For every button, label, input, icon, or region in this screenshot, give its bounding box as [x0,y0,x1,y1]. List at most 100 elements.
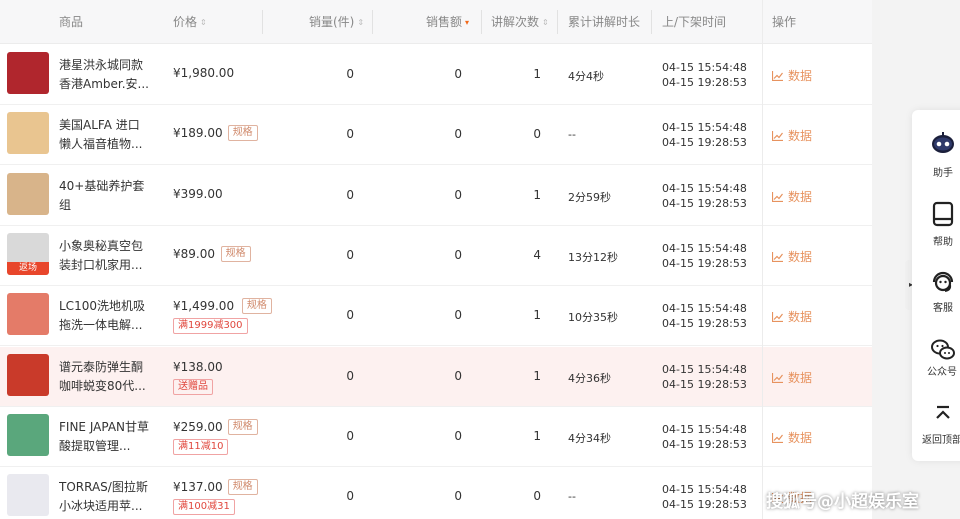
sales-qty: 0 [346,489,354,504]
product-price: ¥1,499.00 [173,299,235,314]
header-sales-qty[interactable]: 销量(件) ⇕ [309,0,364,44]
promo-badge: 送赠品 [173,378,213,395]
shelf-times: 04-15 15:54:48 04-15 19:28:53 [662,181,747,211]
explain-count: 1 [533,368,541,383]
product-thumbnail[interactable] [7,353,49,396]
wechat-icon [931,339,955,360]
data-link[interactable]: 数据 [772,188,812,205]
header-price[interactable]: 价格 ⇕ [173,0,207,44]
table-row[interactable]: LC100洗地机吸拖洗一体电解... ¥1,499.00 规格 满1999减30… [0,286,872,347]
table-row[interactable]: 美国ALFA 进口懒人福音植物... ¥189.00 规格 0 0 0 -- 0… [0,105,872,166]
product-name[interactable]: 美国ALFA 进口懒人福音植物... [59,116,151,154]
spec-badge[interactable]: 规格 [227,125,258,142]
sales-amount: 0 [454,187,462,202]
sales-qty: 0 [346,67,354,81]
sort-icon[interactable]: ⇕ [542,19,549,27]
table-row[interactable]: FINE JAPAN甘草酸提取管理... ¥259.00 规格 满11减10 0… [0,406,872,467]
product-thumbnail[interactable] [7,172,49,215]
header-sales-amount-label: 销售额 [426,15,463,29]
on-shelf-time: 04-15 15:54:48 [662,483,747,497]
header-sales-amount[interactable]: 销售额 ▾ [426,0,469,44]
header-price-label: 价格 [173,15,198,29]
line-chart-icon [772,71,783,81]
product-thumbnail[interactable] [7,112,49,155]
sales-amount: 0 [454,368,462,383]
product-thumbnail[interactable] [7,52,49,94]
data-link[interactable]: 数据 [772,127,812,144]
on-shelf-time: 04-15 15:54:48 [662,121,747,135]
explain-count: 0 [533,489,541,504]
product-name[interactable]: 小象奥秘真空包装封口机家用... [59,237,151,275]
product-thumbnail[interactable] [7,413,49,456]
off-shelf-time: 04-15 19:28:53 [662,256,747,270]
data-link[interactable]: 数据 [772,369,812,386]
sort-active-icon[interactable]: ▾ [465,19,469,27]
off-shelf-time: 04-15 19:28:53 [662,377,747,391]
table-row[interactable]: TORRAS/图拉斯小冰块适用苹... ¥137.00 规格 满100减31 0… [0,467,872,519]
side-item-back-to-top[interactable]: 返回顶部 [912,397,960,467]
data-link-label: 数据 [788,370,813,385]
header-sales-qty-label: 销量(件) [309,15,355,29]
explain-count: 4 [533,247,541,262]
sales-qty: 0 [346,127,354,142]
product-name[interactable]: FINE JAPAN甘草酸提取管理... [59,418,151,456]
off-shelf-time: 04-15 19:28:53 [662,76,747,89]
spec-badge[interactable]: 规格 [220,245,251,262]
sort-icon[interactable]: ⇕ [357,19,364,27]
side-item-label: 返回顶部 [922,435,960,446]
shelf-times: 04-15 15:54:48 04-15 19:28:53 [662,60,747,90]
side-item-help[interactable]: 帮助 [912,195,960,265]
sort-icon[interactable]: ⇕ [200,19,207,27]
side-item-label: 公众号 [927,367,957,378]
table-row[interactable]: 40+基础养护套组 ¥399.00 0 0 1 2分59秒 04-15 15:5… [0,165,872,226]
table-row[interactable]: 港星洪永城同款香港Amber.安... ¥1,980.00 0 0 1 4分4秒… [0,45,872,105]
data-link[interactable]: 数据 [772,308,812,325]
product-name[interactable]: 谱元泰防弹生酮咖啡蜕变80代... [59,358,151,396]
data-link[interactable]: 数据 [772,67,812,84]
sales-qty: 0 [346,308,354,323]
explain-total: 10分35秒 [568,311,618,325]
table-row[interactable]: 返场 小象奥秘真空包装封口机家用... ¥89.00 规格 0 0 4 13分1… [0,225,872,286]
product-price: ¥1,980.00 [173,66,235,80]
data-link[interactable]: 数据 [772,429,812,446]
shelf-times: 04-15 15:54:48 04-15 19:28:53 [662,362,747,392]
sales-amount: 0 [454,428,462,443]
side-item-wechat[interactable]: 公众号 [912,333,960,403]
product-price: ¥89.00 [173,246,215,261]
shelf-times: 04-15 15:54:48 04-15 19:28:53 [662,301,747,331]
service-icon [932,271,954,292]
header-divider [262,10,263,34]
shelf-times: 04-15 15:54:48 04-15 19:28:53 [662,482,747,512]
off-shelf-time: 04-15 19:28:53 [662,196,747,210]
table-row[interactable]: 谱元泰防弹生酮咖啡蜕变80代... ¥138.00 送赠品 0 0 1 4分36… [0,346,872,407]
side-item-assistant[interactable]: 助手 [912,122,960,192]
explain-total: 4分36秒 [568,371,611,385]
off-shelf-time: 04-15 19:28:53 [662,136,747,150]
spec-badge[interactable]: 规格 [241,298,272,315]
product-name[interactable]: LC100洗地机吸拖洗一体电解... [59,297,151,335]
spec-badge[interactable]: 规格 [227,479,258,496]
watermark-text: 搜狐号@小超娱乐室 [766,492,919,512]
spec-badge[interactable]: 规格 [227,418,258,435]
product-name[interactable]: 40+基础养护套组 [59,177,151,215]
data-link[interactable]: 数据 [772,248,812,265]
sales-amount: 0 [454,247,462,262]
product-thumbnail[interactable]: 返场 [7,232,49,275]
off-shelf-time: 04-15 19:28:53 [662,317,747,331]
product-name[interactable]: 港星洪永城同款香港Amber.安... [59,56,151,94]
product-thumbnail[interactable] [7,293,49,336]
data-link-label: 数据 [788,69,813,83]
product-name[interactable]: TORRAS/图拉斯小冰块适用苹... [59,478,151,516]
explain-total: 2分59秒 [568,190,611,204]
header-explain-count[interactable]: 讲解次数 ⇕ [491,0,549,44]
product-thumbnail[interactable] [7,474,49,517]
fixed-column-divider [762,0,763,519]
sales-amount: 0 [454,489,462,504]
product-price: ¥399.00 [173,186,223,201]
side-item-service[interactable]: 客服 [912,265,960,335]
robot-icon [932,132,954,153]
line-chart-icon [772,312,783,323]
explain-count: 1 [533,67,541,81]
explain-total: -- [568,128,576,142]
sales-qty: 0 [346,247,354,262]
